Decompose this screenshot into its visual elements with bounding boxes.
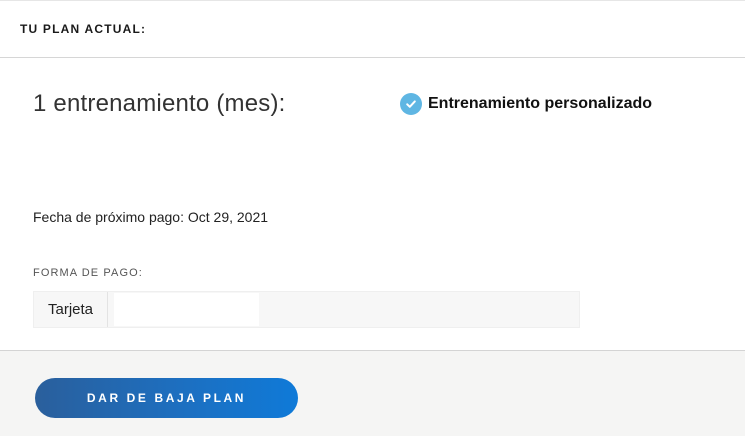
header-title: TU PLAN ACTUAL: xyxy=(20,22,147,36)
payment-method-value xyxy=(114,293,259,326)
payment-method-box: Tarjeta xyxy=(33,291,580,328)
check-circle-icon xyxy=(400,93,422,115)
plan-name: 1 entrenamiento (mes): xyxy=(33,90,286,117)
plan-header: TU PLAN ACTUAL: xyxy=(0,1,745,58)
feature-label: Entrenamiento personalizado xyxy=(428,95,653,112)
cancel-plan-button[interactable]: DAR DE BAJA PLAN xyxy=(35,378,298,418)
plan-footer: DAR DE BAJA PLAN xyxy=(0,350,745,436)
plan-card: TU PLAN ACTUAL: 1 entrenamiento (mes): E… xyxy=(0,0,745,436)
next-payment-date: Fecha de próximo pago: Oct 29, 2021 xyxy=(33,209,269,225)
payment-method-label: FORMA DE PAGO: xyxy=(33,267,143,279)
plan-feature: Entrenamiento personalizado xyxy=(400,93,652,115)
payment-method-type: Tarjeta xyxy=(34,292,108,327)
